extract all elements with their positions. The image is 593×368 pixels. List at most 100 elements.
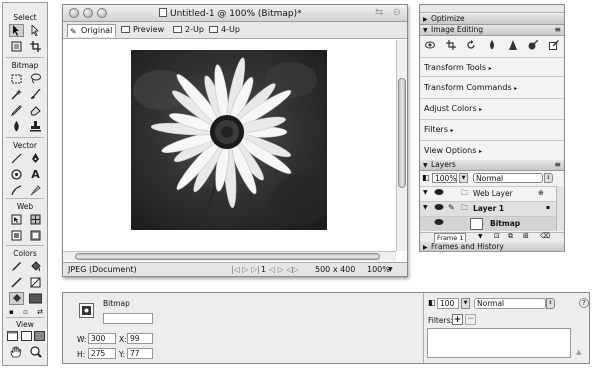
lock-visible-icon[interactable]: ⊕ xyxy=(538,189,544,197)
dodge-icon[interactable] xyxy=(528,39,539,53)
document-vertical-scrollbar[interactable] xyxy=(396,40,407,251)
horizontal-scroll-thumb[interactable] xyxy=(75,253,380,260)
opacity-dropdown-icon[interactable]: ▼ xyxy=(461,298,470,309)
pencil-icon[interactable]: ✎ xyxy=(448,203,455,212)
frame-controls[interactable]: |◁ ▷ ▷| xyxy=(231,265,260,274)
fill-swatch-icon[interactable] xyxy=(28,276,43,289)
frame-dropdown-icon[interactable]: ▼ xyxy=(478,233,483,240)
panel-dock-grip[interactable] xyxy=(420,5,564,13)
new-layer-icon[interactable]: ⊞ xyxy=(523,232,529,240)
knife-icon[interactable] xyxy=(28,184,43,197)
new-bitmap-icon[interactable]: ⧉ xyxy=(508,232,513,241)
hotspot-icon[interactable] xyxy=(9,213,24,226)
replace-color-icon[interactable] xyxy=(548,39,559,53)
document-titlebar[interactable]: Untitled-1 @ 100% (Bitmap)* ⇆ ⊖ xyxy=(63,5,407,22)
brush-icon[interactable] xyxy=(28,88,43,101)
canvas-area[interactable] xyxy=(63,40,396,251)
frame-loop-controls[interactable]: ◁ ▷ ◁▷ xyxy=(269,265,299,274)
zoom-dropdown-icon[interactable]: ▼ xyxy=(388,266,393,273)
hide-slices-icon[interactable] xyxy=(9,229,24,242)
document-horizontal-scrollbar[interactable] xyxy=(63,251,396,261)
add-filter-button[interactable]: + xyxy=(452,314,463,325)
layer-row[interactable]: ▼ 🗀 Web Layer ⊕ xyxy=(420,186,556,201)
eye-icon[interactable] xyxy=(425,41,436,52)
no-color-icon[interactable]: ▫ xyxy=(23,308,28,316)
zoom-level[interactable]: 100% xyxy=(367,265,390,274)
frames-history-panel-header[interactable]: ▶ Frames and History xyxy=(420,242,564,252)
eye-icon[interactable] xyxy=(434,188,444,198)
layers-scrollbar[interactable] xyxy=(556,186,564,231)
lasso-icon[interactable] xyxy=(28,72,43,85)
layer-row[interactable]: Bitmap xyxy=(420,216,556,231)
collapse-inspector-icon[interactable]: ▲ xyxy=(576,348,581,356)
marquee-icon[interactable] xyxy=(9,72,24,85)
quick-export-icon[interactable]: ⇆ xyxy=(375,7,383,18)
tab-original[interactable]: ✎ Original xyxy=(67,24,117,37)
adjust-colors-item[interactable]: Adjust Colors ▸ xyxy=(424,104,562,113)
layer-name[interactable]: Web Layer xyxy=(473,189,513,198)
expanded-arrow-icon[interactable]: ▼ xyxy=(423,189,428,196)
trash-icon[interactable]: ⌫ xyxy=(540,232,550,240)
view-options-item[interactable]: View Options ▸ xyxy=(424,146,562,155)
sharpen-icon[interactable] xyxy=(508,39,518,53)
rubber-stamp-icon[interactable] xyxy=(28,120,43,133)
default-colors-icon[interactable]: ▪ xyxy=(9,308,14,316)
y-field[interactable]: 77 xyxy=(127,348,153,359)
fullscreen-menu-icon[interactable] xyxy=(20,331,32,343)
layers-panel-header[interactable]: ▼ Layers ≡ xyxy=(420,160,564,171)
tab-2up[interactable]: 2-Up xyxy=(171,24,207,37)
fill-box-icon[interactable] xyxy=(28,292,43,305)
eraser-icon[interactable] xyxy=(28,104,43,117)
height-field[interactable]: 275 xyxy=(88,348,116,359)
transform-tools-item[interactable]: Transform Tools ▸ xyxy=(424,63,562,72)
show-slices-icon[interactable] xyxy=(28,229,43,242)
blur-icon[interactable] xyxy=(9,120,24,133)
object-name[interactable]: Bitmap xyxy=(490,219,520,228)
eye-icon[interactable] xyxy=(434,218,444,228)
ellipse-icon[interactable] xyxy=(9,168,24,181)
hand-icon[interactable] xyxy=(10,346,22,360)
crop-icon[interactable] xyxy=(445,39,456,53)
paint-bucket-swatch-icon[interactable] xyxy=(9,292,24,305)
minimize-button[interactable] xyxy=(83,8,93,18)
pointer-icon[interactable] xyxy=(9,24,24,37)
vertical-scroll-thumb[interactable] xyxy=(398,78,406,188)
magic-wand-icon[interactable] xyxy=(9,88,24,101)
text-icon[interactable]: A xyxy=(28,168,43,181)
filters-item[interactable]: Filters ▸ xyxy=(424,125,562,134)
filters-list[interactable] xyxy=(427,328,571,358)
freeform-icon[interactable] xyxy=(9,184,24,197)
fill-color-icon[interactable] xyxy=(28,260,43,273)
layer-row[interactable]: ▼ ✎ 🗀 Layer 1 ▪ xyxy=(420,201,556,216)
pencil-icon[interactable] xyxy=(9,104,24,117)
fullscreen-icon[interactable] xyxy=(34,331,45,343)
x-field[interactable]: 99 xyxy=(127,333,153,344)
object-name-field[interactable] xyxy=(103,313,153,324)
standard-mode-icon[interactable] xyxy=(7,331,18,343)
slice-icon[interactable] xyxy=(28,213,43,226)
swap-colors-icon[interactable]: ⇄ xyxy=(37,308,43,316)
opacity-field[interactable]: 100 xyxy=(437,298,459,309)
layer-name[interactable]: Layer 1 xyxy=(473,204,504,213)
tab-preview[interactable]: Preview xyxy=(119,24,167,37)
panel-menu-icon[interactable]: ≡ xyxy=(554,160,561,170)
zoom-button[interactable] xyxy=(97,8,107,18)
flower-bitmap-image[interactable] xyxy=(131,50,327,230)
blend-dropdown-icon[interactable]: ⇕ xyxy=(546,298,555,309)
dropper-icon[interactable] xyxy=(487,39,497,53)
expanded-arrow-icon[interactable]: ▼ xyxy=(423,204,428,211)
blend-dropdown-icon[interactable]: ⇕ xyxy=(544,173,553,183)
layer-opacity-field[interactable]: 100% xyxy=(432,173,457,183)
width-field[interactable]: 300 xyxy=(88,333,116,344)
stroke-color-icon[interactable] xyxy=(9,260,24,273)
tab-4up[interactable]: 4-Up xyxy=(207,24,243,37)
preview-in-browser-icon[interactable]: ⊖ xyxy=(393,7,401,18)
panel-menu-icon[interactable]: ≡ xyxy=(554,25,561,35)
remove-filter-button[interactable]: − xyxy=(465,314,476,325)
layer-options-icon[interactable]: ▪ xyxy=(546,204,550,211)
share-layer-icon[interactable]: ⊡ xyxy=(494,232,500,240)
help-button[interactable]: ? xyxy=(579,298,589,308)
close-button[interactable] xyxy=(69,8,79,18)
zoom-icon[interactable] xyxy=(30,346,42,360)
scale-icon[interactable] xyxy=(9,40,24,53)
